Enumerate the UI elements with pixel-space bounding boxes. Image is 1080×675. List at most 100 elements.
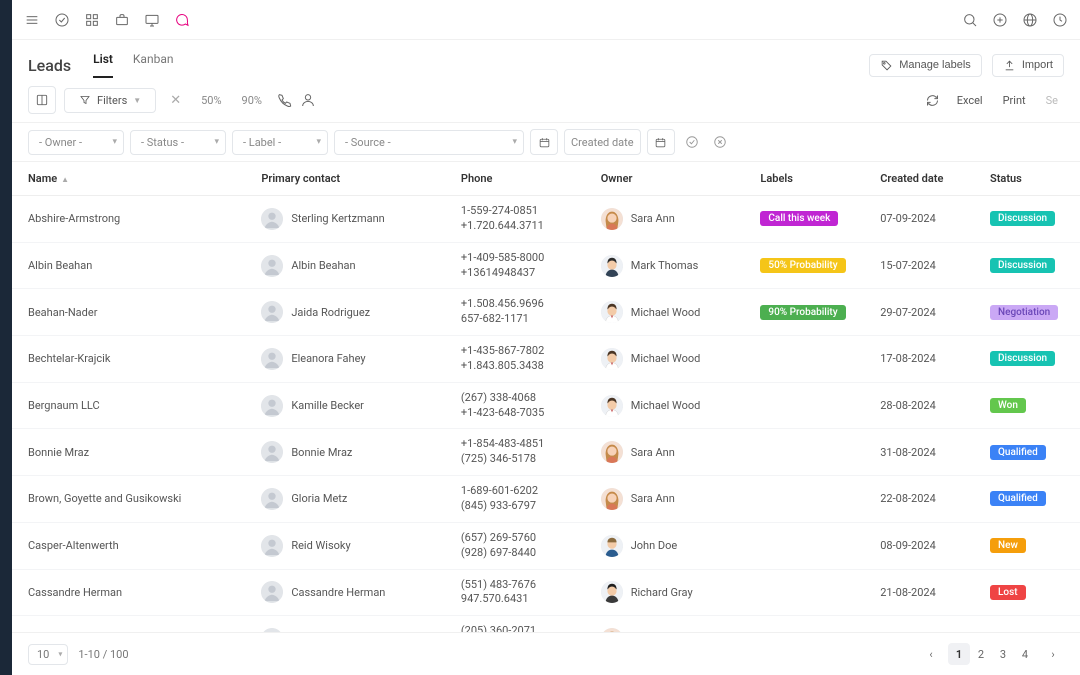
owner-avatar (601, 535, 623, 557)
owner-avatar (601, 581, 623, 603)
check-circle-icon[interactable] (54, 12, 70, 28)
col-labels[interactable]: Labels (750, 162, 870, 196)
clear-filters-button[interactable]: ✕ (170, 93, 181, 108)
clear-filter-button[interactable] (709, 131, 731, 153)
phone-2: 657-682-1171 (461, 312, 581, 327)
col-date[interactable]: Created date (870, 162, 980, 196)
contact-avatar (261, 348, 283, 370)
monitor-icon[interactable] (144, 12, 160, 28)
pager: ‹ 1234 › (920, 643, 1064, 665)
table-row[interactable]: Bergnaum LLC Kamille Becker (267) 338-40… (12, 382, 1080, 429)
chat-bubble-icon[interactable] (174, 12, 190, 28)
owner-avatar (601, 348, 623, 370)
col-phone[interactable]: Phone (451, 162, 591, 196)
col-contact[interactable]: Primary contact (251, 162, 451, 196)
cell-owner: Michael Wood (591, 382, 751, 429)
source-select[interactable]: - Source -▾ (334, 130, 524, 155)
col-name[interactable]: Name (12, 162, 251, 196)
columns-toggle-button[interactable] (28, 86, 56, 114)
contact-avatar (261, 581, 283, 603)
person-icon[interactable] (300, 92, 316, 108)
table-row[interactable]: Beahan-Nader Jaida Rodriguez +1.508.456.… (12, 289, 1080, 336)
page-number-button[interactable]: 1 (948, 643, 970, 665)
chevron-down-icon: ▼ (133, 96, 141, 105)
phone-1: +1.508.456.9696 (461, 297, 581, 312)
search-icon[interactable] (962, 12, 978, 28)
phone-icon[interactable] (276, 92, 292, 108)
owner-select[interactable]: - Owner -▾ (28, 130, 124, 155)
cell-name: Bonnie Mraz (12, 429, 251, 476)
next-page-button[interactable]: › (1042, 643, 1064, 665)
add-circle-icon[interactable] (992, 12, 1008, 28)
owner-avatar (601, 301, 623, 323)
table-row[interactable]: Cassin and Sons Webster Nicolas (205) 36… (12, 616, 1080, 632)
date-to-button[interactable] (647, 129, 675, 155)
status-pill: Discussion (990, 351, 1055, 366)
owner-name: Mark Thomas (631, 259, 699, 272)
clock-icon[interactable] (1052, 12, 1068, 28)
phone-2: +1-423-648-7035 (461, 406, 581, 421)
table-wrap[interactable]: Name Primary contact Phone Owner Labels … (12, 162, 1080, 632)
apply-filter-button[interactable] (681, 131, 703, 153)
table-row[interactable]: Casper-Altenwerth Reid Wisoky (657) 269-… (12, 522, 1080, 569)
tab-kanban[interactable]: Kanban (133, 52, 174, 78)
funnel-icon (79, 94, 91, 106)
chevron-down-icon: ▾ (214, 137, 219, 147)
cell-status: Qualified (980, 429, 1080, 476)
label-select[interactable]: - Label -▾ (232, 130, 328, 155)
cell-owner: Sara Ann (591, 616, 751, 632)
manage-labels-button[interactable]: Manage labels (869, 54, 982, 77)
chevron-down-icon: ▾ (112, 137, 117, 147)
table-row[interactable]: Abshire-Armstrong Sterling Kertzmann 1-5… (12, 196, 1080, 243)
prev-page-button[interactable]: ‹ (920, 643, 942, 665)
tab-list[interactable]: List (93, 52, 113, 78)
table-row[interactable]: Bonnie Mraz Bonnie Mraz +1-854-483-4851 … (12, 429, 1080, 476)
filter-chip-50pct[interactable]: 50% (201, 94, 221, 107)
cell-name: Cassandre Herman (12, 569, 251, 616)
menu-icon[interactable] (24, 12, 40, 28)
owner-avatar (601, 441, 623, 463)
page-number-button[interactable]: 4 (1014, 643, 1036, 665)
briefcase-icon[interactable] (114, 12, 130, 28)
cell-name: Abshire-Armstrong (12, 196, 251, 243)
status-select[interactable]: - Status -▾ (130, 130, 226, 155)
contact-name: Gloria Metz (291, 492, 347, 505)
owner-name: Sara Ann (631, 212, 675, 225)
contact-avatar (261, 208, 283, 230)
import-button[interactable]: Import (992, 54, 1064, 77)
col-status[interactable]: Status (980, 162, 1080, 196)
export-excel-button[interactable]: Excel (951, 90, 989, 111)
page-number-button[interactable]: 3 (992, 643, 1014, 665)
cell-phone: +1-435-867-7802 +1.843.805.3438 (451, 336, 591, 383)
status-pill: Qualified (990, 491, 1046, 506)
globe-icon[interactable] (1022, 12, 1038, 28)
main-panel: Leads List Kanban Manage labels Import (12, 0, 1080, 675)
status-pill: Discussion (990, 258, 1055, 273)
filters-button[interactable]: Filters ▼ (64, 88, 156, 113)
select-row: - Owner -▾ - Status -▾ - Label -▾ - Sour… (12, 123, 1080, 162)
table-row[interactable]: Brown, Goyette and Gusikowski Gloria Met… (12, 476, 1080, 523)
cell-owner: John Doe (591, 522, 751, 569)
filter-chip-90pct[interactable]: 90% (242, 94, 262, 107)
cell-label (750, 522, 870, 569)
settings-short-button[interactable]: Se (1040, 90, 1064, 111)
page-size-select[interactable]: 10 ▾ (28, 644, 68, 665)
owner-name: Richard Gray (631, 586, 693, 599)
page-number-button[interactable]: 2 (970, 643, 992, 665)
col-owner[interactable]: Owner (591, 162, 751, 196)
table-row[interactable]: Cassandre Herman Cassandre Herman (551) … (12, 569, 1080, 616)
filters-row: Filters ▼ ✕ 50% 90% Excel Print Se (12, 78, 1080, 123)
table-header: Name Primary contact Phone Owner Labels … (12, 162, 1080, 196)
label-pill: Call this week (760, 211, 838, 226)
table-row[interactable]: Albin Beahan Albin Beahan +1-409-585-800… (12, 242, 1080, 289)
phone-1: +1-409-585-8000 (461, 251, 581, 266)
collapsed-sidebar[interactable] (0, 0, 12, 675)
export-print-button[interactable]: Print (997, 90, 1032, 111)
created-date-filter[interactable]: Created date (564, 129, 641, 155)
cell-phone: 1-559-274-0851 +1.720.644.3711 (451, 196, 591, 243)
phone-2: 947.570.6431 (461, 592, 581, 607)
grid-icon[interactable] (84, 12, 100, 28)
date-from-button[interactable] (530, 129, 558, 155)
table-row[interactable]: Bechtelar-Krajcik Eleanora Fahey +1-435-… (12, 336, 1080, 383)
refresh-button[interactable] (923, 90, 943, 110)
